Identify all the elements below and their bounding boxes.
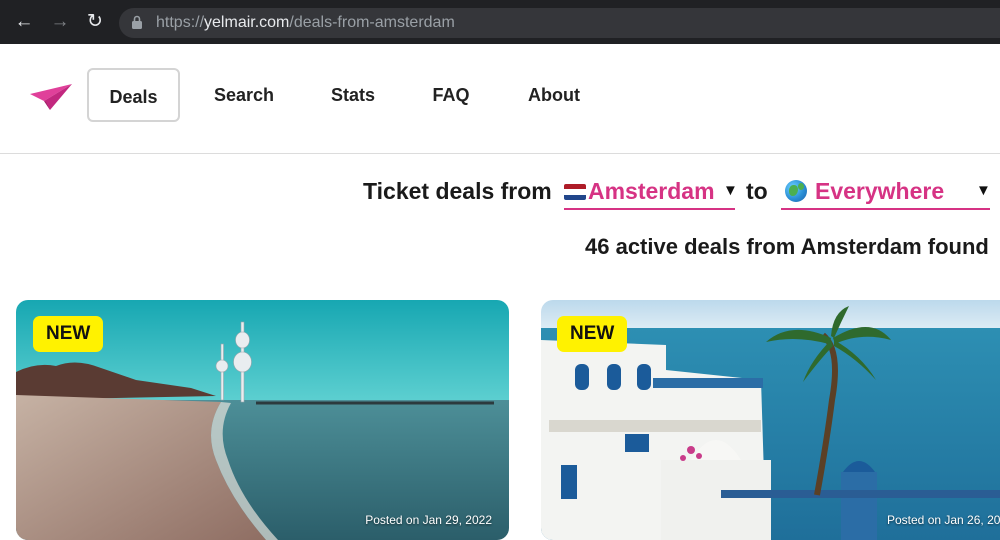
filter-prefix: Ticket deals from xyxy=(363,178,552,204)
destination-select[interactable]: Everywhere ▼ xyxy=(781,172,991,210)
browser-toolbar: ← → ↻ https://yelmair.com/deals-from-ams… xyxy=(0,0,1000,44)
nav-faq[interactable]: FAQ xyxy=(424,68,478,122)
results-summary: 46 active deals from Amsterdam found xyxy=(585,234,989,259)
origin-value-wrap: Amsterdam xyxy=(564,178,715,205)
globe-icon xyxy=(785,180,807,202)
nav-deals[interactable]: Deals xyxy=(87,68,180,122)
nav-search[interactable]: Search xyxy=(206,68,282,122)
new-badge: NEW xyxy=(557,316,628,352)
origin-value: Amsterdam xyxy=(588,178,715,204)
nav-stats[interactable]: Stats xyxy=(322,68,384,122)
origin-select[interactable]: Amsterdam ▼ xyxy=(564,172,738,210)
destination-value: Everywhere xyxy=(815,178,945,204)
paper-plane-logo-icon[interactable] xyxy=(28,82,74,112)
netherlands-flag-icon xyxy=(564,184,586,200)
url-scheme: https:// xyxy=(156,14,205,31)
url-path: /deals-from-amsterdam xyxy=(289,14,455,31)
lock-icon xyxy=(132,15,142,29)
chevron-down-icon[interactable]: ▼ xyxy=(976,182,991,199)
destination-value-wrap: Everywhere xyxy=(785,178,944,205)
chevron-down-icon[interactable]: ▼ xyxy=(723,182,738,199)
url-host: yelmair.com xyxy=(204,14,290,31)
deal-card[interactable]: NEW Posted on Jan 29, 2022 xyxy=(16,300,509,540)
deal-card[interactable]: NEW Posted on Jan 26, 20 xyxy=(541,300,1000,540)
posted-date: Posted on Jan 29, 2022 xyxy=(365,513,492,527)
filter-connector: to xyxy=(746,178,768,204)
site-header: Deals Search Stats FAQ About xyxy=(0,44,1000,154)
url-text[interactable]: https://yelmair.com/deals-from-amsterdam xyxy=(156,14,455,32)
new-badge: NEW xyxy=(33,316,104,352)
nav-about[interactable]: About xyxy=(518,68,590,122)
reload-icon[interactable]: ↻ xyxy=(84,11,106,33)
posted-date: Posted on Jan 26, 20 xyxy=(887,513,1000,527)
forward-icon[interactable]: → xyxy=(49,11,71,33)
back-icon[interactable]: ← xyxy=(13,11,35,33)
